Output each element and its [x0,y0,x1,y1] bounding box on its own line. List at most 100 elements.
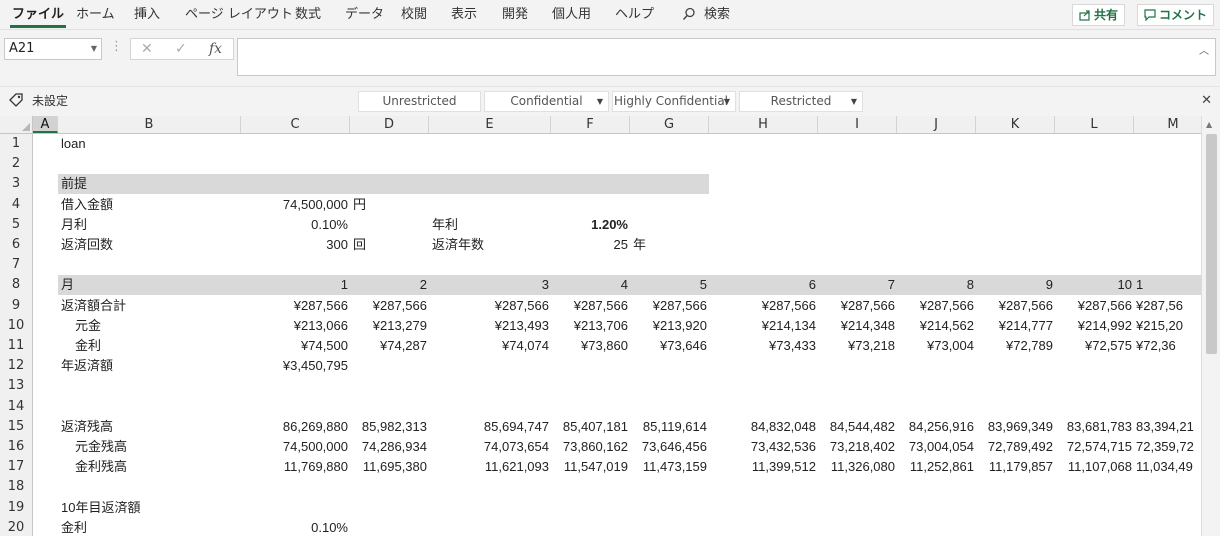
column-header-c[interactable]: C [241,116,350,133]
row-header-13[interactable]: 13 [0,376,32,396]
cell-g17[interactable]: 11,473,159 [630,457,707,477]
insert-function-icon[interactable]: fx [209,39,222,59]
cell-f9[interactable]: ¥287,566 [551,296,628,316]
cell-j10[interactable]: ¥214,562 [897,316,974,336]
tab-insert[interactable]: 挿入 [134,0,160,30]
cell-d15[interactable]: 85,982,313 [350,417,427,437]
label-unrestricted-button[interactable]: Unrestricted [358,91,481,112]
row-header-10[interactable]: 10 [0,316,32,336]
cell-d11[interactable]: ¥74,287 [350,336,427,356]
cell-c10[interactable]: ¥213,066 [241,316,348,336]
scrollbar-thumb[interactable] [1206,134,1217,354]
cell-j9[interactable]: ¥287,566 [897,296,974,316]
cell-b1[interactable]: loan [61,134,86,154]
cell-i9[interactable]: ¥287,566 [818,296,895,316]
cell-k10[interactable]: ¥214,777 [976,316,1053,336]
cell-b3[interactable]: 前提 [61,174,87,194]
cell-b15[interactable]: 返済残高 [61,417,113,437]
cell-g9[interactable]: ¥287,566 [630,296,707,316]
cell-l16[interactable]: 72,574,715 [1055,437,1132,457]
cell-e10[interactable]: ¥213,493 [429,316,549,336]
cell-h8[interactable]: 6 [709,275,816,295]
cell-l11[interactable]: ¥72,575 [1055,336,1132,356]
cell-c6[interactable]: 300 [241,235,348,255]
vertical-scrollbar[interactable]: ▲ [1201,116,1220,536]
column-header-l[interactable]: L [1055,116,1134,133]
row-header-8[interactable]: 8 [0,275,32,295]
cell-d17[interactable]: 11,695,380 [350,457,427,477]
column-header-a[interactable]: A [33,116,58,133]
cell-g8[interactable]: 5 [630,275,707,295]
cell-i17[interactable]: 11,326,080 [818,457,895,477]
cell-f16[interactable]: 73,860,162 [551,437,628,457]
cell-g11[interactable]: ¥73,646 [630,336,707,356]
cell-f5[interactable]: 1.20% [551,215,628,235]
row-header-17[interactable]: 17 [0,457,32,477]
row-header-9[interactable]: 9 [0,296,32,316]
tab-personal[interactable]: 個人用 [552,0,591,30]
enter-icon[interactable]: ✓ [175,39,187,59]
cell-k11[interactable]: ¥72,789 [976,336,1053,356]
formula-input[interactable]: ︿ [237,38,1216,76]
cell-f10[interactable]: ¥213,706 [551,316,628,336]
comment-button[interactable]: コメント [1137,4,1215,26]
row-header-19[interactable]: 19 [0,498,32,518]
cell-e5[interactable]: 年利 [432,215,458,235]
tab-review[interactable]: 校閲 [401,0,427,30]
cell-f11[interactable]: ¥73,860 [551,336,628,356]
cell-m9[interactable]: ¥287,56 [1136,296,1183,316]
cell-f17[interactable]: 11,547,019 [551,457,628,477]
cell-i15[interactable]: 84,544,482 [818,417,895,437]
cell-l17[interactable]: 11,107,068 [1055,457,1132,477]
cell-f15[interactable]: 85,407,181 [551,417,628,437]
cell-l8[interactable]: 10 [1055,275,1132,295]
cell-m8[interactable]: 1 [1136,275,1143,295]
tab-help[interactable]: ヘルプ [615,0,654,30]
cell-j17[interactable]: 11,252,861 [897,457,974,477]
cell-i10[interactable]: ¥214,348 [818,316,895,336]
row-header-6[interactable]: 6 [0,235,32,255]
cell-b9[interactable]: 返済額合計 [61,296,126,316]
cell-h16[interactable]: 73,432,536 [709,437,816,457]
cell-d4[interactable]: 円 [353,195,366,215]
cell-b11[interactable]: 金利 [75,336,101,356]
label-confidential-button[interactable]: Confidential ▼ [484,91,609,112]
close-icon[interactable]: ✕ [1201,87,1212,115]
cell-m11[interactable]: ¥72,36 [1136,336,1176,356]
select-all-button[interactable] [0,116,33,133]
cell-j11[interactable]: ¥73,004 [897,336,974,356]
row-header-16[interactable]: 16 [0,437,32,457]
cell-k8[interactable]: 9 [976,275,1053,295]
label-highly-confidential-button[interactable]: Highly Confidential ▼ [612,91,736,112]
row-header-7[interactable]: 7 [0,255,32,275]
cell-e9[interactable]: ¥287,566 [429,296,549,316]
cell-b19[interactable]: 10年目返済額 [61,498,140,518]
cell-d6[interactable]: 回 [353,235,366,255]
cell-g15[interactable]: 85,119,614 [630,417,707,437]
label-restricted-button[interactable]: Restricted ▼ [739,91,863,112]
cell-g16[interactable]: 73,646,456 [630,437,707,457]
share-button[interactable]: 共有 [1072,4,1126,26]
cell-b12[interactable]: 年返済額 [61,356,113,376]
cell-h11[interactable]: ¥73,433 [709,336,816,356]
cell-l10[interactable]: ¥214,992 [1055,316,1132,336]
cell-e8[interactable]: 3 [429,275,549,295]
cell-j15[interactable]: 84,256,916 [897,417,974,437]
cell-g10[interactable]: ¥213,920 [630,316,707,336]
cell-c15[interactable]: 86,269,880 [241,417,348,437]
search-box[interactable]: 検索 [682,0,730,30]
cell-i11[interactable]: ¥73,218 [818,336,895,356]
cell-e17[interactable]: 11,621,093 [429,457,549,477]
worksheet-grid[interactable]: loan 前提 借入金額 74,500,000 円月利 0.10% 年利 1.20% 返済回数 3… [33,134,1201,536]
tab-page-layout[interactable]: ページ レイアウト [185,0,293,30]
cell-k17[interactable]: 11,179,857 [976,457,1053,477]
cell-c17[interactable]: 11,769,880 [241,457,348,477]
cell-d9[interactable]: ¥287,566 [350,296,427,316]
row-header-11[interactable]: 11 [0,336,32,356]
cell-e6[interactable]: 返済年数 [432,235,484,255]
cell-j8[interactable]: 8 [897,275,974,295]
cell-m17[interactable]: 11,034,49 [1136,457,1193,477]
cell-b6[interactable]: 返済回数 [61,235,113,255]
cell-l9[interactable]: ¥287,566 [1055,296,1132,316]
column-header-e[interactable]: E [429,116,551,133]
